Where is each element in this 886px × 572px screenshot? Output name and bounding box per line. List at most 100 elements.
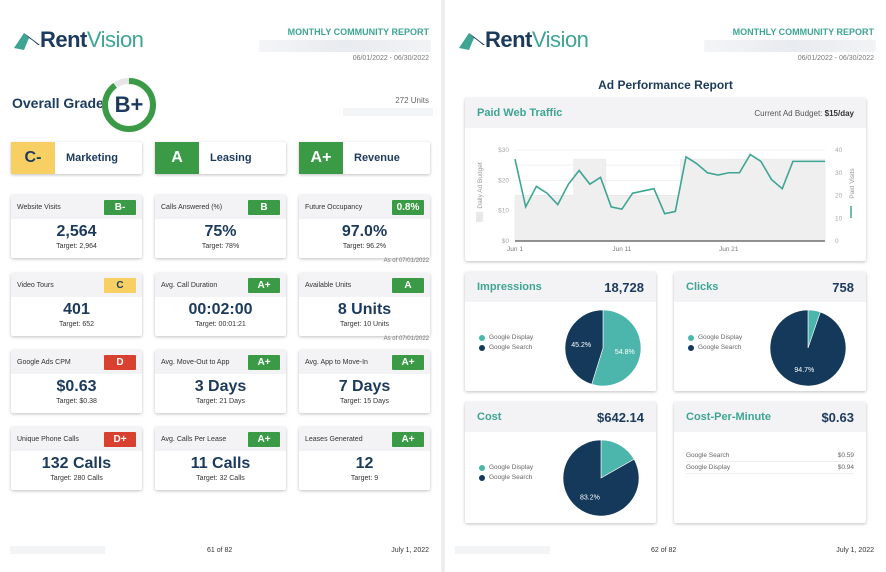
legend-dot-icon: [479, 344, 485, 351]
category-label: Marketing: [66, 152, 118, 164]
metric-grade-badge: A+: [392, 431, 424, 447]
as-of-date-2: As of 07/01/2022: [383, 336, 429, 342]
x-tick-label: Jun 1: [507, 246, 523, 253]
metric-grade-badge: A: [392, 277, 424, 293]
panel-title: Paid Web Traffic: [477, 107, 563, 119]
legend-label: Google Display: [489, 334, 534, 341]
cost-pie: 83.2%: [562, 439, 640, 517]
panel-value: $642.14: [597, 409, 644, 425]
metric-grade-badge: A+: [248, 354, 280, 370]
cost-per-minute-panel: Cost-Per-Minute $0.63 Google Search $0.59 …: [674, 402, 866, 523]
y-tick-right: 0: [835, 238, 839, 245]
logo-text-rent: Rent: [485, 27, 532, 52]
cpm-row-label: Google Search: [686, 452, 730, 459]
date-range: 06/01/2022 - 06/30/2022: [352, 55, 429, 62]
metric-name: Avg. Move-Out to App: [161, 358, 230, 366]
metric-card: Video Tours C 401 Target: 652: [11, 273, 142, 336]
y-axis-label-left: Daily Ad Budget: [477, 162, 484, 208]
pie-slice-google-search: [769, 309, 847, 387]
metric-value: 8 Units: [337, 301, 392, 318]
logo-mark-icon: [459, 33, 485, 50]
date-range: 06/01/2022 - 06/30/2022: [797, 55, 874, 62]
legend-item-display: Google Display: [688, 334, 742, 341]
paid-web-traffic-panel: Paid Web Traffic Current Ad Budget: $15/…: [465, 98, 866, 261]
current-ad-budget: Current Ad Budget: $15/day: [754, 109, 854, 118]
page-number: 61 of 82: [207, 547, 233, 554]
legend-dot-icon: [688, 344, 694, 351]
cpm-breakdown: Google Search $0.59 Google Display $0.94: [686, 450, 854, 474]
metric-target: Target: 21 Days: [195, 398, 246, 405]
cpm-row-label: Google Display: [686, 464, 731, 471]
report-page-left: Rent Vision MONTHLY COMMUNITY REPORT 06/0…: [0, 0, 441, 572]
metric-grade-badge: D+: [104, 431, 136, 447]
unit-count: 272 Units: [395, 96, 429, 105]
metric-name: Unique Phone Calls: [17, 435, 79, 443]
panel-title: Impressions: [477, 281, 542, 293]
panel-value: $0.63: [821, 409, 854, 425]
budget-area: [514, 158, 826, 242]
pie-data-label: 94.7%: [794, 367, 814, 374]
legend-label: Google Search: [489, 474, 533, 481]
paid-web-traffic-chart: $0 $10 $20 $30 0 10 20 30 40 Jun 1 Jun 11 Jun 21 Dai…: [476, 147, 856, 253]
metric-grade-badge: C: [104, 277, 136, 293]
metric-name: Website Visits: [17, 203, 61, 211]
as-of-date-1: As of 07/01/2022: [383, 258, 429, 264]
ad-performance-title: Ad Performance Report: [598, 78, 733, 92]
metric-grade-badge: B-: [104, 199, 136, 215]
overall-grade-label: Overall Grade:: [12, 95, 109, 111]
report-page-right: Rent Vision MONTHLY COMMUNITY REPORT 06/0…: [445, 0, 886, 572]
metric-card: Avg. Call Duration A+ 00:02:00 Target: 00:0…: [155, 273, 286, 336]
y-tick-right: 20: [835, 193, 843, 200]
metric-target: Target: 10 Units: [339, 321, 390, 328]
pie-legend: Google Display Google Search: [479, 464, 533, 484]
cpm-row-value: $0.94: [837, 464, 854, 471]
panel-title: Cost-Per-Minute: [686, 411, 771, 423]
metric-target: Target: 2,964: [56, 243, 97, 250]
metric-target: Target: 32 Calls: [196, 475, 245, 482]
metric-value: 00:02:00: [188, 301, 253, 318]
pie-data-label: 54.8%: [615, 349, 635, 356]
category-label: Revenue: [354, 152, 400, 164]
redacted-footer: [455, 546, 550, 554]
category-label: Leasing: [210, 152, 252, 164]
pie-data-label: 83.2%: [580, 495, 600, 502]
cpm-row-search: Google Search $0.59: [686, 450, 854, 462]
metric-value: 12: [355, 455, 374, 472]
metric-target: Target: 15 Days: [339, 398, 390, 405]
metric-value: 97.0%: [341, 223, 388, 240]
metric-value: 11 Calls: [190, 455, 251, 472]
pie-data-label: 45.2%: [571, 342, 591, 349]
x-tick-label: Jun 21: [719, 246, 739, 253]
metric-value: 132 Calls: [41, 455, 112, 472]
y-tick-left: $20: [498, 177, 509, 184]
rentvision-logo: Rent Vision: [14, 27, 144, 53]
category-card-marketing: C- Marketing: [11, 142, 142, 174]
legend-item-display: Google Display: [479, 334, 533, 341]
report-title: MONTHLY COMMUNITY REPORT: [287, 27, 429, 37]
legend-dot-icon: [479, 334, 485, 341]
metric-value: 3 Days: [194, 378, 247, 395]
metric-name: Avg. App to Move-In: [305, 358, 368, 366]
panel-title: Cost: [477, 411, 502, 423]
redacted-community-name: [259, 40, 431, 52]
metric-card: Avg. Move-Out to App A+ 3 Days Target: 21 D…: [155, 350, 286, 413]
report-title: MONTHLY COMMUNITY REPORT: [732, 27, 874, 37]
impressions-pie: 54.8% 45.2%: [564, 309, 642, 387]
metric-grade-badge: A+: [248, 431, 280, 447]
metric-name: Leases Generated: [305, 435, 363, 443]
metric-card: Future Occupancy 0.8% 97.0% Target: 96.2%: [299, 195, 430, 258]
metric-grade-badge: B: [248, 199, 280, 215]
metric-name: Google Ads CPM: [17, 358, 71, 366]
cost-panel: Cost $642.14 Google Display Google Search…: [465, 402, 656, 523]
panel-value: 18,728: [604, 279, 644, 295]
legend-label: Google Search: [698, 344, 742, 351]
category-card-leasing: A Leasing: [155, 142, 286, 174]
footer-date: July 1, 2022: [836, 547, 874, 554]
legend-label: Google Display: [489, 464, 534, 471]
y-axis-label-right: Paid Visits: [849, 168, 856, 199]
metric-grade-badge: A+: [392, 354, 424, 370]
metric-card: Available Units A 8 Units Target: 10 Units: [299, 273, 430, 336]
panel-value: 758: [832, 279, 854, 295]
metric-card: Avg. App to Move-In A+ 7 Days Target: 15 Da…: [299, 350, 430, 413]
metric-card: Calls Answered (%) B 75% Target: 78%: [155, 195, 286, 258]
